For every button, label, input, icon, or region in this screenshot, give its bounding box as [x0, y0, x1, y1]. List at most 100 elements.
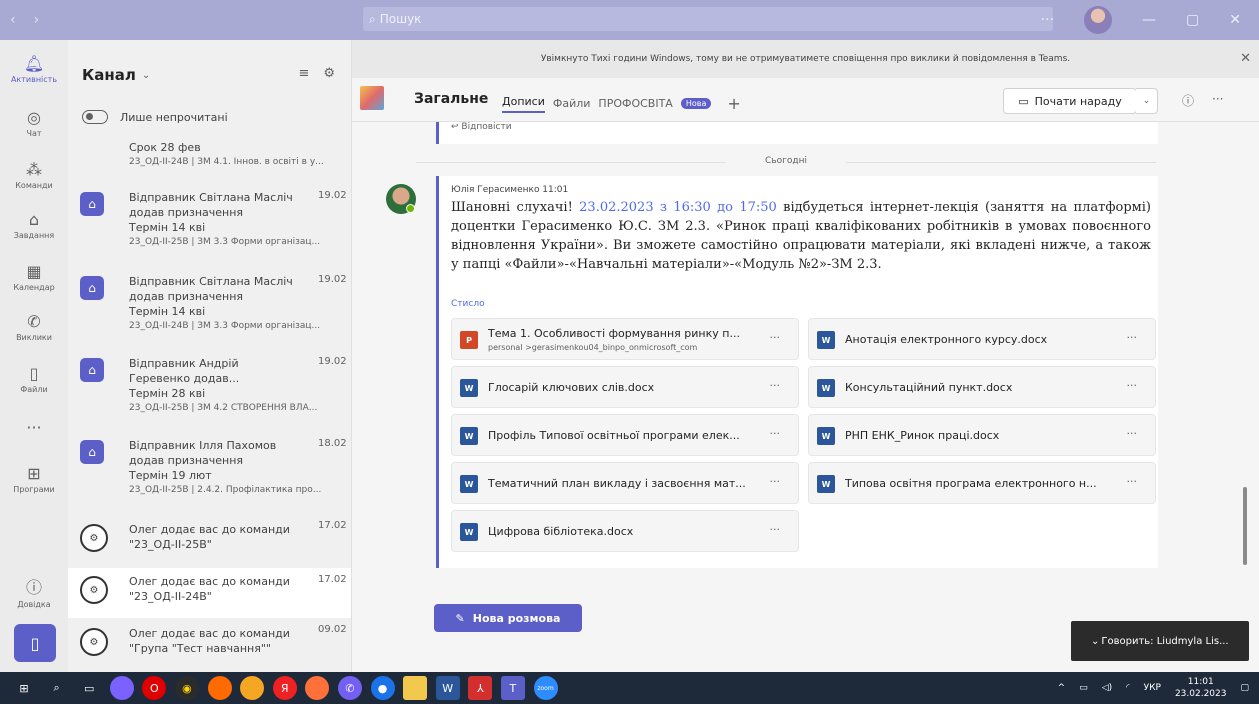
close-banner-icon[interactable]: ✕: [1240, 51, 1251, 66]
rail-more[interactable]: ···: [0, 418, 68, 439]
feed-item[interactable]: ⌂ Відправник Світлана Масліч додав призн…: [68, 190, 351, 270]
settings-icon[interactable]: ⚙: [323, 66, 335, 81]
rail-item-activity[interactable]: 🔔︎ Активність: [0, 54, 68, 84]
windows-start-icon[interactable]: ⊞: [12, 676, 36, 700]
filter-icon[interactable]: ≡: [298, 66, 309, 81]
notifications-icon[interactable]: ▢: [1240, 683, 1249, 693]
collapse-link[interactable]: Стисло: [451, 299, 485, 309]
attachment-more-button[interactable]: ···: [1127, 427, 1138, 440]
apps-icon: ⊞: [27, 464, 41, 483]
attachment-more-button[interactable]: ···: [770, 379, 781, 392]
wifi-icon[interactable]: ◜: [1126, 683, 1130, 693]
rail-item-assignments[interactable]: ⌂ Завдання: [0, 210, 68, 240]
feed-item[interactable]: ⌂ Відправник Андрій Геревенко додав... Т…: [68, 356, 351, 436]
chevron-down-icon: ⌄: [1091, 635, 1100, 647]
new-badge: Нова: [680, 98, 712, 109]
chrome-icon[interactable]: ●: [370, 676, 395, 700]
rail-item-teams[interactable]: ⁂ Команди: [0, 160, 68, 190]
app-icon[interactable]: [240, 676, 265, 700]
attachment-more-button[interactable]: ···: [770, 331, 781, 344]
clock[interactable]: 11:01 23.02.2023: [1175, 676, 1227, 700]
mobile-app-button[interactable]: ▯: [14, 624, 56, 662]
search-icon[interactable]: ⌕: [45, 676, 69, 700]
attachment-card[interactable]: W Анотація електронного курсу.docx ···: [808, 318, 1156, 360]
profile-avatar[interactable]: [1084, 6, 1113, 34]
attachment-more-button[interactable]: ···: [1127, 475, 1138, 488]
rail-item-apps[interactable]: ⊞ Програми: [0, 464, 68, 494]
attachment-more-button[interactable]: ···: [770, 475, 781, 488]
attachment-card[interactable]: W Профіль Типової освітньої програми еле…: [451, 414, 799, 456]
minimize-icon[interactable]: —: [1142, 12, 1156, 28]
feed-title[interactable]: Канал: [82, 66, 136, 84]
zoom-icon[interactable]: zoom: [533, 676, 558, 700]
assignment-avatar-icon: ⌂: [80, 192, 104, 216]
attachment-card[interactable]: W Тематичний план викладу і засвоєння ма…: [451, 462, 799, 504]
attachment-more-button[interactable]: ···: [770, 427, 781, 440]
more-options-icon[interactable]: ···: [1212, 92, 1223, 109]
acrobat-icon[interactable]: ⅄: [468, 676, 493, 700]
teams-icon[interactable]: T: [500, 676, 525, 700]
start-meeting-button[interactable]: ▭ Почати нараду: [1003, 88, 1137, 114]
viber-icon[interactable]: ✆: [337, 676, 362, 700]
language-indicator[interactable]: УКР: [1144, 683, 1161, 693]
attachment-card[interactable]: W Типова освітня програма електронного н…: [808, 462, 1156, 504]
feed-item-line: Термін 19 лют: [129, 469, 212, 482]
firefox-icon[interactable]: [305, 676, 330, 700]
chevron-up-icon[interactable]: ^: [1058, 683, 1066, 693]
rail-item-calendar[interactable]: ▦ Календар: [0, 262, 68, 292]
calendar-icon: ▦: [26, 262, 42, 281]
yandex-icon[interactable]: Я: [272, 676, 297, 700]
speaking-toast[interactable]: ⌄ Говорить: Liudmyla Lis...: [1071, 621, 1249, 661]
meeting-dropdown-button[interactable]: ⌄: [1136, 88, 1158, 114]
attachment-card[interactable]: W Консультаційний пункт.docx ···: [808, 366, 1156, 408]
volume-icon[interactable]: ◁): [1102, 683, 1112, 693]
channel-header: Загальне Дописи Файли ПРОФОСВІТА Нова + …: [352, 78, 1259, 122]
rail-item-help[interactable]: ⓘ Довідка: [0, 574, 68, 609]
new-conversation-button[interactable]: ✎ Нова розмова: [434, 604, 582, 632]
feed-item[interactable]: ⚙ Олег додає вас до команди "Група "Тест…: [68, 624, 351, 672]
assignment-avatar-icon: ⌂: [80, 440, 104, 464]
close-icon[interactable]: ✕: [1229, 12, 1241, 28]
word-icon[interactable]: W: [435, 676, 460, 700]
attachment-more-button[interactable]: ···: [1127, 379, 1138, 392]
previous-reply-button[interactable]: ↩ Відповісти: [436, 122, 1158, 144]
search-input[interactable]: ⌕ Пошук: [363, 7, 1053, 31]
rail-item-calls[interactable]: ✆ Виклики: [0, 312, 68, 342]
app-icon[interactable]: [207, 676, 232, 700]
attachment-card[interactable]: W Глосарій ключових слів.docx ···: [451, 366, 799, 408]
scrollbar-thumb[interactable]: [1243, 487, 1247, 565]
more-apps-icon: ···: [26, 418, 42, 437]
task-view-icon[interactable]: ▭: [77, 676, 101, 700]
feed-item[interactable]: ⌂ Відправник Ілля Пахомов додав призначе…: [68, 438, 351, 518]
rail-item-files[interactable]: ▯ Файли: [0, 364, 68, 394]
app-icon[interactable]: ◉: [174, 676, 199, 700]
tab-files[interactable]: Файли: [553, 97, 591, 110]
attachment-more-button[interactable]: ···: [1127, 331, 1138, 344]
attachment-more-button[interactable]: ···: [770, 523, 781, 536]
opera-icon[interactable]: O: [142, 676, 167, 700]
feed-item-date: 19.02: [318, 356, 347, 367]
unread-only-toggle[interactable]: [82, 110, 108, 124]
clock-time: 11:01: [1187, 677, 1214, 687]
rail-item-chat[interactable]: ◎ Чат: [0, 108, 68, 138]
chevron-down-icon[interactable]: ⌄: [142, 70, 150, 81]
feed-item[interactable]: ⚙ Олег додає вас до команди "23_ОД-ІІ-25…: [68, 520, 351, 570]
add-tab-button[interactable]: +: [727, 94, 740, 113]
post-date-link[interactable]: 23.02.2023 з 16:30 до 17:50: [579, 200, 777, 215]
feed-item-selected[interactable]: ⚙ Олег додає вас до команди "23_ОД-ІІ-24…: [68, 568, 351, 618]
attachment-card[interactable]: W РНП ЕНК_Ринок праці.docx ···: [808, 414, 1156, 456]
tab-posts[interactable]: Дописи: [502, 95, 545, 113]
app-icon[interactable]: [109, 676, 134, 700]
back-arrow-icon[interactable]: ‹: [10, 12, 16, 28]
feed-item[interactable]: ⌂ Відправник Світлана Масліч додав призн…: [68, 274, 351, 354]
forward-arrow-icon[interactable]: ›: [34, 12, 40, 28]
feed-item[interactable]: Срок 28 фев 23_ОД-ІІ-24В | ЗМ 4.1. Іннов…: [68, 140, 351, 180]
maximize-icon[interactable]: ▢: [1186, 12, 1199, 28]
battery-icon[interactable]: ▭: [1079, 683, 1088, 693]
info-icon[interactable]: ⓘ: [1182, 92, 1194, 109]
attachment-card[interactable]: W Цифрова бібліотека.docx ···: [451, 510, 799, 552]
file-explorer-icon[interactable]: [403, 676, 428, 700]
tab-profosvita[interactable]: ПРОФОСВІТА: [598, 97, 672, 110]
attachment-card[interactable]: P Тема 1. Особливості формування ринку п…: [451, 318, 799, 360]
more-options-icon[interactable]: ···: [1041, 12, 1054, 28]
